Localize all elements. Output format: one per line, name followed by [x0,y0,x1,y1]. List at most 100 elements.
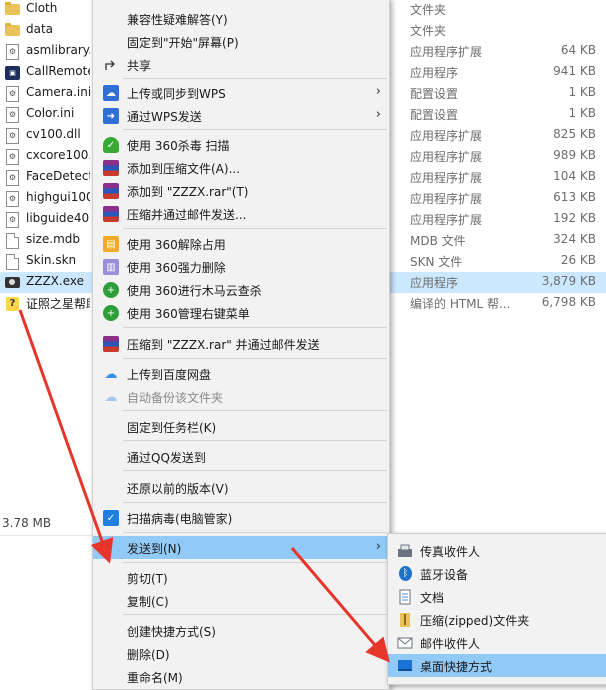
menu-item-compress-zzzx-email[interactable]: 压缩到 "ZZZX.rar" 并通过邮件发送 [93,332,389,355]
status-selected-size: 3.78 MB [2,516,52,530]
menu-item-360-unlock[interactable]: ▤ 使用 360解除占用 [93,232,389,255]
desktop-icon [397,658,413,674]
baidu-netdisk-icon: ☁ [104,389,118,405]
menu-item-label: 通过QQ发送到 [127,451,206,465]
menu-item-label: 自动备份该文件夹 [127,391,224,405]
menu-item-cut[interactable]: 剪切(T) [93,566,389,589]
menu-item-share[interactable]: 共享 [93,53,389,76]
360-unlock-icon: ▤ [103,236,119,252]
menu-separator [123,470,387,471]
dll-file-icon: ⚙ [5,211,20,228]
file-type: 应用程序扩展 [410,213,483,227]
file-name: Camera.ini [26,85,90,99]
menu-separator [123,327,387,328]
folder-icon [5,23,20,38]
menu-item-send-to[interactable]: 发送到(N) › [93,536,389,559]
winrar-icon [103,206,119,222]
menu-item-create-shortcut[interactable]: 创建快捷方式(S) [93,619,389,642]
menu-item-label: 兼容性疑难解答(Y) [127,13,228,27]
menu-item-add-archive[interactable]: 添加到压缩文件(A)... [93,156,389,179]
file-type: 应用程序扩展 [410,171,483,185]
file-size: 941 KB [553,64,596,78]
mdb-file-icon [5,232,20,249]
file-size: 3,879 KB [541,274,596,288]
file-name: asmlibrary. [26,43,90,57]
file-name: highgui100 [26,190,90,204]
submenu-item-zip-folder[interactable]: 压缩(zipped)文件夹 [388,608,606,631]
chevron-right-icon: › [375,539,381,554]
menu-item-label: 剪切(T) [127,572,168,586]
menu-separator [123,78,387,79]
file-name: cv100.dll [26,127,81,141]
submenu-item-label: 邮件收件人 [420,637,481,651]
menu-item-360-menu-manager[interactable]: + 使用 360管理右键菜单 [93,301,389,324]
submenu-item-label: 压缩(zipped)文件夹 [420,614,530,628]
submenu-item-mail[interactable]: 邮件收件人 [388,631,606,654]
dll-file-icon: ⚙ [5,43,20,60]
file-size: 1 KB [568,106,596,120]
submenu-item-documents[interactable]: 文档 [388,585,606,608]
menu-item-360-trojan-scan[interactable]: + 使用 360进行木马云查杀 [93,278,389,301]
file-name: 证照之星帮助 [26,297,90,311]
file-type: SKN 文件 [410,255,463,269]
menu-separator [123,502,387,503]
ini-file-icon: ⚙ [5,85,20,102]
menu-item-label: 还原以前的版本(V) [127,482,229,496]
menu-item-label: 使用 360杀毒 扫描 [127,139,230,153]
menu-item-pin-taskbar[interactable]: 固定到任务栏(K) [93,415,389,438]
menu-item-label: 扫描病毒(电脑管家) [127,512,233,526]
menu-item-label: 创建快捷方式(S) [127,625,216,639]
menu-item-label: 添加到 "ZZZX.rar"(T) [127,185,249,199]
menu-item-label: 复制(C) [127,595,169,609]
menu-separator [123,358,387,359]
file-name: size.mdb [26,232,81,246]
ini-file-icon: ⚙ [5,106,20,123]
menu-separator [123,440,387,441]
chevron-right-icon: › [375,107,381,122]
dll-file-icon: ⚙ [5,148,20,165]
dll-file-icon: ⚙ [5,127,20,144]
file-size: 104 KB [553,169,596,183]
folder-icon [5,2,20,17]
file-size: 192 KB [553,211,596,225]
menu-separator [123,129,387,130]
menu-item-scan-pc-manager[interactable]: ✓ 扫描病毒(电脑管家) [93,506,389,529]
submenu-item-fax[interactable]: 传真收件人 [388,539,606,562]
menu-item-add-zzzx-rar[interactable]: 添加到 "ZZZX.rar"(T) [93,179,389,202]
menu-item-restore-versions[interactable]: 还原以前的版本(V) [93,476,389,499]
menu-item-delete[interactable]: 删除(D) [93,642,389,665]
file-type: 应用程序扩展 [410,192,483,206]
menu-item-label: 上传到百度网盘 [127,368,212,382]
submenu-item-label: 文档 [420,591,445,605]
file-size: 26 KB [560,253,596,267]
file-type: 配置设置 [410,108,459,122]
file-name: FaceDetect. [26,169,90,183]
wps-cloud-icon: ☁ [103,85,119,101]
submenu-item-desktop-shortcut[interactable]: 桌面快捷方式 [388,654,606,677]
file-type: 应用程序扩展 [410,129,483,143]
file-type: 应用程序 [410,276,459,290]
context-menu: 兼容性疑难解答(Y) 固定到"开始"屏幕(P) 共享 ☁ 上传或同步到WPS ›… [92,0,390,690]
submenu-item-bluetooth[interactable]: ᛒ 蓝牙设备 [388,562,606,585]
menu-item-label: 固定到任务栏(K) [127,421,217,435]
menu-item-baidu-upload[interactable]: ☁ 上传到百度网盘 [93,362,389,385]
menu-item-rename[interactable]: 重命名(M) [93,665,389,688]
tencent-pc-manager-icon: ✓ [103,510,119,526]
menu-item-pin-to-start[interactable]: 固定到"开始"屏幕(P) [93,30,389,53]
menu-item-copy[interactable]: 复制(C) [93,589,389,612]
menu-item-send-wps[interactable]: ➜ 通过WPS发送 › [93,104,389,127]
menu-item-label: 添加到压缩文件(A)... [127,162,241,176]
360-trojan-scan-icon: + [103,282,119,298]
menu-item-baidu-backup: ☁ 自动备份该文件夹 [93,385,389,408]
bluetooth-icon: ᛒ [399,566,412,581]
file-type: MDB 文件 [410,234,466,248]
file-size: 6,798 KB [541,295,596,309]
menu-item-360-delete[interactable]: ▥ 使用 360强力删除 [93,255,389,278]
menu-item-send-qq[interactable]: 通过QQ发送到 [93,445,389,468]
file-type: 编译的 HTML 帮... [410,297,511,311]
menu-item-compat-troubleshoot[interactable]: 兼容性疑难解答(Y) [93,7,389,30]
menu-item-compress-email[interactable]: 压缩并通过邮件发送... [93,202,389,225]
submenu-item-label: 蓝牙设备 [420,568,469,582]
menu-item-upload-wps[interactable]: ☁ 上传或同步到WPS › [93,81,389,104]
menu-item-360-scan[interactable]: ✓ 使用 360杀毒 扫描 [93,133,389,156]
